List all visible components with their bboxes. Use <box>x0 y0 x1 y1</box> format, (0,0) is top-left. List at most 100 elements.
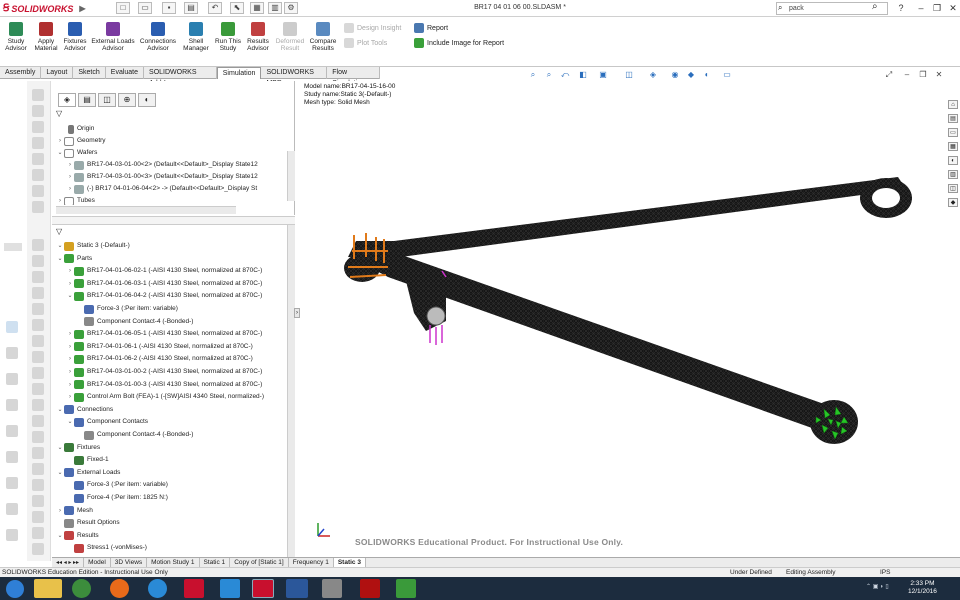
dimxpert-tab[interactable]: ⊕ <box>118 93 136 107</box>
deformed-result-button[interactable]: Deformed Result <box>274 19 306 65</box>
expand-icon[interactable]: ⤢ <box>884 70 894 79</box>
compare-results-button[interactable]: Compare Results <box>308 19 338 65</box>
tool-icon[interactable] <box>6 503 18 515</box>
file-props-icon[interactable]: ▥ <box>268 2 282 14</box>
open-icon[interactable]: ▭ <box>138 2 152 14</box>
feature-icon[interactable] <box>32 153 44 165</box>
expand-toggle-icon[interactable]: › <box>66 366 74 378</box>
dropbox-icon[interactable] <box>220 579 240 598</box>
display-style-icon[interactable]: ◈ <box>648 70 658 79</box>
expand-toggle-icon[interactable]: › <box>66 328 74 340</box>
expand-icon[interactable]: › <box>56 195 64 205</box>
solidworks-2016-icon[interactable] <box>184 579 204 598</box>
display-manager-tab[interactable]: ◐ <box>138 93 156 107</box>
print-icon[interactable]: ▤ <box>184 2 198 14</box>
study-tree-item[interactable]: › BR17-04-01-06-2 (-AISI 4130 Steel, norm… <box>52 353 253 365</box>
feature-icon[interactable] <box>32 511 44 523</box>
feature-icon[interactable] <box>32 185 44 197</box>
file-explorer-icon[interactable] <box>34 579 62 598</box>
feature-icon[interactable] <box>32 239 44 251</box>
feature-icon[interactable] <box>32 201 44 213</box>
tab-layout[interactable]: Layout <box>41 67 74 79</box>
study-tree-item[interactable]: › Control Arm Bolt (FEA)-1 (-[SW]AISI 434… <box>52 391 264 403</box>
pane-splitter[interactable] <box>52 216 295 225</box>
external-loads-advisor-button[interactable]: External Loads Advisor <box>90 19 136 65</box>
edit-appearance-icon[interactable]: ◆ <box>686 70 696 79</box>
solidworks-active-icon[interactable] <box>252 579 274 598</box>
tree-item[interactable]: › Tubes <box>52 195 95 205</box>
start-button[interactable] <box>6 580 24 598</box>
feature-icon[interactable] <box>32 121 44 133</box>
study-tree-item[interactable]: Result Options <box>52 517 120 529</box>
expand-toggle-icon[interactable]: › <box>56 505 64 517</box>
resources-icon[interactable]: ⌂ <box>948 100 958 109</box>
tool-icon[interactable] <box>6 477 18 489</box>
expand-icon[interactable]: › <box>66 171 74 183</box>
expand-toggle-icon[interactable]: ⌄ <box>66 290 74 302</box>
tab-simulation[interactable]: Simulation <box>216 67 262 79</box>
feature-icon[interactable] <box>32 447 44 459</box>
tool-icon[interactable] <box>6 373 18 385</box>
solidworks-logo[interactable]: Ꞩ SOLIDWORKS ▶ <box>3 2 91 15</box>
magnifier-icon[interactable]: ⌕ <box>872 1 878 12</box>
expand-toggle-icon[interactable]: ⌄ <box>56 253 64 265</box>
design-insight-button[interactable]: Design Insight <box>344 23 401 33</box>
feature-icon[interactable] <box>32 383 44 395</box>
report-button[interactable]: Report <box>414 23 448 33</box>
feature-icon[interactable] <box>32 543 44 555</box>
expand-toggle-icon[interactable]: ⌄ <box>56 442 64 454</box>
close-button[interactable]: ✕ <box>946 2 960 14</box>
study-tree-item[interactable]: › BR17-04-03-01-00-3 (-AISI 4130 Steel, n… <box>52 379 262 391</box>
study-tree-item[interactable]: ⌄ Static 3 (-Default-) <box>52 240 130 252</box>
tab-static-3[interactable]: Static 3 <box>333 557 366 568</box>
tab-motion-study[interactable]: Motion Study 1 <box>147 557 200 568</box>
design-library-icon[interactable]: ▤ <box>948 114 958 123</box>
feature-icon[interactable] <box>32 271 44 283</box>
feature-icon[interactable] <box>32 335 44 347</box>
horizontal-scrollbar[interactable] <box>56 206 236 214</box>
feature-icon[interactable] <box>32 463 44 475</box>
study-tree-item[interactable]: Force-3 (:Per item: variable) <box>52 479 168 491</box>
tab-model[interactable]: Model <box>84 557 111 568</box>
acrobat-icon[interactable] <box>360 579 380 598</box>
study-tree-item[interactable]: › BR17-04-01-06-05-1 (-AISI 4130 Steel, n… <box>52 328 262 340</box>
dynamic-annotation-icon[interactable]: ▣ <box>598 70 608 79</box>
expand-toggle-icon[interactable]: ⌄ <box>66 416 74 428</box>
study-tree-item[interactable]: › Mesh <box>52 505 93 517</box>
feature-manager-tab[interactable]: ◈ <box>58 93 76 107</box>
minimize-doc-icon[interactable]: – <box>902 70 912 79</box>
feature-icon[interactable] <box>32 319 44 331</box>
help-icon[interactable]: ? <box>894 2 908 14</box>
tree-item[interactable]: ⌄ Wafers <box>52 147 97 159</box>
study-tree-item[interactable]: ⌄ Results <box>52 530 99 542</box>
custom-props-icon[interactable]: ▥ <box>948 170 958 179</box>
close-doc-icon[interactable]: ✕ <box>934 70 944 79</box>
expand-toggle-icon[interactable]: › <box>66 391 74 403</box>
tree-item[interactable]: Origin <box>52 123 94 135</box>
expand-toggle-icon[interactable]: ⌄ <box>56 467 64 479</box>
apply-scene-icon[interactable]: ◐ <box>702 70 712 79</box>
solidworks-forum-icon[interactable]: ◆ <box>948 198 958 207</box>
study-tree-item[interactable]: Force-4 (:Per item: 1825 N:) <box>52 492 168 504</box>
tool-icon[interactable] <box>6 347 18 359</box>
expand-icon[interactable]: › <box>66 183 74 195</box>
study-tree-item[interactable]: Fixed-1 <box>52 454 109 466</box>
feature-icon[interactable] <box>32 303 44 315</box>
connections-advisor-button[interactable]: Connections Advisor <box>138 19 178 65</box>
expand-toggle-icon[interactable]: ⌄ <box>56 530 64 542</box>
word-icon[interactable] <box>286 579 308 598</box>
study-tree-item[interactable]: › BR17-04-01-06-1 (-AISI 4130 Steel, norm… <box>52 341 253 353</box>
feature-icon[interactable] <box>32 367 44 379</box>
tab-static-1[interactable]: Static 1 <box>200 557 231 568</box>
appearances-icon[interactable]: ◐ <box>948 156 958 165</box>
feature-icon[interactable] <box>32 527 44 539</box>
tab-3d-views[interactable]: 3D Views <box>111 557 148 568</box>
include-image-button[interactable]: Include Image for Report <box>414 38 504 48</box>
feature-icon[interactable] <box>32 137 44 149</box>
view-palette-icon[interactable]: ▦ <box>948 142 958 151</box>
zoom-area-icon[interactable]: ⌕ <box>544 70 554 79</box>
expand-toggle-icon[interactable]: ⌄ <box>56 240 64 252</box>
tab-nav-arrows[interactable]: ◂◂ ◂ ▸ ▸▸ <box>52 557 85 568</box>
feature-icon[interactable] <box>32 431 44 443</box>
fixtures-advisor-button[interactable]: Fixtures Advisor <box>62 19 88 65</box>
